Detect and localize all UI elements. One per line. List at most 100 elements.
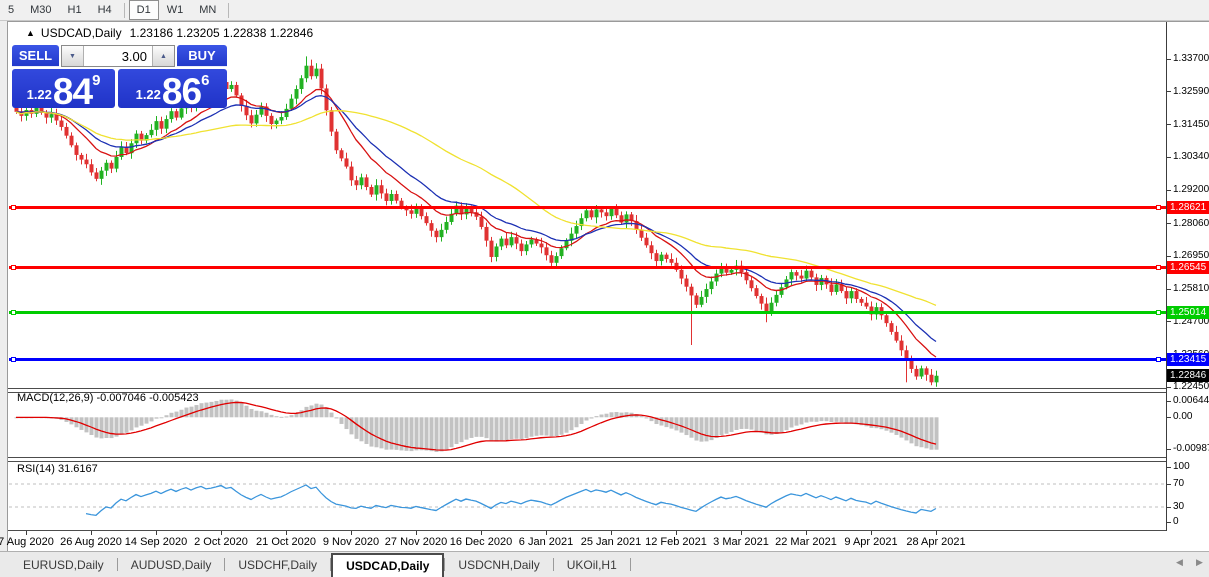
- sell-price-prefix: 1.22: [27, 87, 52, 102]
- price-level-badge: 1.26545: [1167, 261, 1209, 274]
- price-level-badge: 1.28621: [1167, 201, 1209, 214]
- rsi-axis-label: 100: [1173, 461, 1190, 472]
- rsi-axis-tick: [1167, 522, 1171, 523]
- symbol-tab-usdcad[interactable]: USDCAD,Daily: [331, 553, 444, 577]
- hline-drag-handle[interactable]: [1156, 265, 1161, 270]
- date-axis-tick: [26, 531, 27, 535]
- symbol-tab-audusd[interactable]: AUDUSD,Daily: [118, 552, 225, 577]
- macd-axis-label: -0.009871: [1173, 443, 1209, 454]
- timeframe-toolbar: 5M30H1H4 D1W1MN: [0, 0, 1209, 21]
- timeframe-button-h1[interactable]: H1: [60, 0, 90, 20]
- buy-price-big: 86: [162, 77, 201, 107]
- price-axis-tick: [1167, 289, 1171, 290]
- hline-drag-handle[interactable]: [1156, 310, 1161, 315]
- date-axis-tick: [351, 531, 352, 535]
- date-axis-tick: [546, 531, 547, 535]
- hline-drag-handle[interactable]: [1156, 357, 1161, 362]
- date-axis-tick: [611, 531, 612, 535]
- tab-scroll-right-icon[interactable]: ▶: [1196, 557, 1203, 568]
- timeframe-button-m30[interactable]: M30: [22, 0, 59, 20]
- date-axis-label: 26 Aug 2020: [60, 536, 122, 548]
- date-axis-label: 3 Mar 2021: [713, 536, 769, 548]
- hline-object-1.28621[interactable]: [9, 206, 1166, 209]
- date-axis-label: 28 Apr 2021: [906, 536, 965, 548]
- trading-platform-window: 5M30H1H4 D1W1MN ▲ USDCAD,Daily 1.23186 1.…: [0, 0, 1209, 577]
- rsi-axis-tick: [1167, 467, 1171, 468]
- price-axis-border: [1166, 22, 1167, 531]
- rsi-pane-divider[interactable]: [8, 457, 1166, 462]
- volume-increase-icon[interactable]: ▲: [152, 46, 174, 66]
- rsi-chart-canvas[interactable]: [9, 460, 1166, 530]
- rsi-axis-tick: [1167, 507, 1171, 508]
- hline-drag-handle[interactable]: [11, 265, 16, 270]
- volume-stepper: ▼ ▲: [61, 45, 175, 67]
- buy-button[interactable]: BUY: [177, 45, 227, 67]
- date-axis-tick: [676, 531, 677, 535]
- timeframe-button-d1[interactable]: D1: [129, 0, 159, 20]
- hline-object-1.26545[interactable]: [9, 266, 1166, 269]
- chart-symbol-label: USDCAD,Daily: [41, 26, 122, 40]
- hline-drag-handle[interactable]: [1156, 205, 1161, 210]
- hline-drag-handle[interactable]: [11, 357, 16, 362]
- collapse-panel-icon[interactable]: ▲: [26, 28, 35, 38]
- price-axis-label: 1.28060: [1173, 218, 1209, 229]
- macd-axis-label: 0.00: [1173, 411, 1192, 422]
- price-axis-label: 1.29200: [1173, 184, 1209, 195]
- date-axis-tick: [481, 531, 482, 535]
- date-axis-label: 21 Oct 2020: [256, 536, 316, 548]
- date-axis-tick: [871, 531, 872, 535]
- hline-object-1.23415[interactable]: [9, 358, 1166, 361]
- price-axis-tick: [1167, 124, 1171, 125]
- tab-separator: [630, 558, 631, 571]
- date-axis-label: 12 Feb 2021: [645, 536, 707, 548]
- timeframe-button-h4[interactable]: H4: [90, 0, 120, 20]
- rsi-axis-label: 0: [1173, 516, 1179, 527]
- rsi-axis-label: 30: [1173, 501, 1184, 512]
- price-axis-tick: [1167, 321, 1171, 322]
- timeframe-button-mn[interactable]: MN: [191, 0, 224, 20]
- volume-input[interactable]: [84, 46, 152, 66]
- price-axis-label: 1.31450: [1173, 119, 1209, 130]
- current-price-badge: 1.22846: [1167, 369, 1209, 382]
- symbol-tab-eurusd[interactable]: EURUSD,Daily: [10, 552, 117, 577]
- volume-decrease-icon[interactable]: ▼: [62, 46, 84, 66]
- date-axis-label: 9 Nov 2020: [323, 536, 379, 548]
- date-axis-tick: [936, 531, 937, 535]
- price-axis-tick: [1167, 59, 1171, 60]
- symbol-tab-usdcnh[interactable]: USDCNH,Daily: [445, 552, 552, 577]
- price-axis-tick: [1167, 387, 1171, 388]
- sell-button[interactable]: SELL: [12, 45, 59, 67]
- one-click-trading-panel: SELL ▼ ▲ BUY 1.22 84 9 1.22 86 6: [12, 45, 227, 108]
- price-level-badge: 1.23415: [1167, 353, 1209, 366]
- rsi-indicator-label: RSI(14) 31.6167: [17, 463, 98, 475]
- chart-ohlc-values: 1.23186 1.23205 1.22838 1.22846: [130, 26, 314, 40]
- macd-axis-label: 0.006444: [1173, 395, 1209, 406]
- price-axis-label: 1.33700: [1173, 53, 1209, 64]
- hline-object-1.25014[interactable]: [9, 311, 1166, 314]
- symbol-tab-ukoil[interactable]: UKOil,H1: [554, 552, 630, 577]
- date-axis-tick: [416, 531, 417, 535]
- price-axis-tick: [1167, 157, 1171, 158]
- price-axis-label: 1.22450: [1173, 381, 1209, 392]
- timeframe-button-5[interactable]: 5: [0, 0, 22, 20]
- hline-drag-handle[interactable]: [11, 310, 16, 315]
- tab-scroll-left-icon[interactable]: ◀: [1176, 557, 1183, 568]
- sell-price-display[interactable]: 1.22 84 9: [12, 69, 115, 108]
- price-axis-tick: [1167, 256, 1171, 257]
- price-axis-label: 1.30340: [1173, 151, 1209, 162]
- hline-drag-handle[interactable]: [11, 205, 16, 210]
- date-axis-label: 27 Nov 2020: [385, 536, 447, 548]
- price-axis-label: 1.32590: [1173, 86, 1209, 97]
- price-axis-label: 1.25810: [1173, 283, 1209, 294]
- sell-price-big: 84: [53, 77, 92, 107]
- date-axis-tick: [286, 531, 287, 535]
- symbol-tab-bar: EURUSD,DailyAUDUSD,DailyUSDCHF,DailyUSDC…: [0, 551, 1209, 577]
- buy-price-display[interactable]: 1.22 86 6: [118, 69, 227, 108]
- date-axis-label: 25 Jan 2021: [581, 536, 642, 548]
- macd-indicator-label: MACD(12,26,9) -0.007046 -0.005423: [17, 392, 199, 404]
- symbol-tab-usdchf[interactable]: USDCHF,Daily: [225, 552, 330, 577]
- date-axis-tick: [806, 531, 807, 535]
- timeframe-button-w1[interactable]: W1: [159, 0, 192, 20]
- sell-price-pip: 9: [92, 72, 100, 89]
- date-axis-tick: [91, 531, 92, 535]
